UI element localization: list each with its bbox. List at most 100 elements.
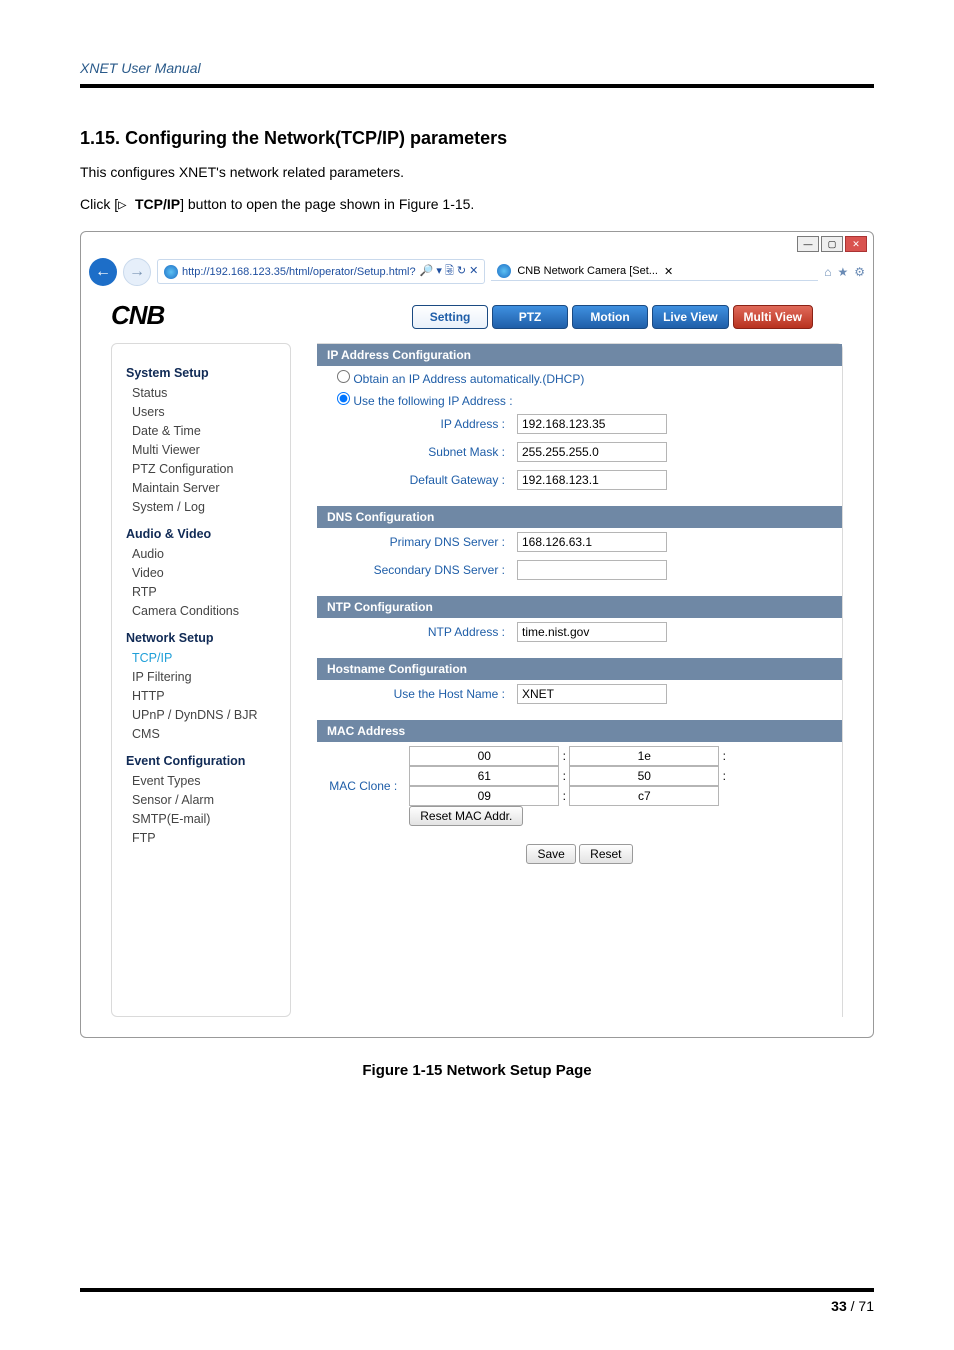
- forward-button[interactable]: →: [123, 258, 151, 286]
- nav-liveview[interactable]: Live View: [652, 305, 728, 329]
- hostname-input[interactable]: [517, 684, 667, 704]
- sidebar-item-video[interactable]: Video: [126, 564, 278, 583]
- tools-icon[interactable]: ⚙: [854, 265, 865, 279]
- dns1-input[interactable]: [517, 532, 667, 552]
- click-instruction: Click [▷ TCP/IP] button to open the page…: [80, 193, 874, 216]
- hostname-label: Use the Host Name :: [327, 687, 517, 701]
- sidebar-item-eventtypes[interactable]: Event Types: [126, 772, 278, 791]
- click-pre: Click [: [80, 196, 118, 212]
- mac-oct-1[interactable]: [569, 746, 719, 766]
- sidebar-item-rtp[interactable]: RTP: [126, 583, 278, 602]
- sidebar: System Setup Status Users Date & Time Mu…: [111, 343, 291, 1017]
- gateway-input[interactable]: [517, 470, 667, 490]
- close-icon[interactable]: ✕: [845, 236, 867, 252]
- mac-oct-4[interactable]: [409, 786, 559, 806]
- tab-title: CNB Network Camera [Set...: [517, 265, 658, 277]
- mask-input[interactable]: [517, 442, 667, 462]
- radio-static-label: Use the following IP Address :: [353, 394, 512, 408]
- mac-oct-2[interactable]: [409, 766, 559, 786]
- tcpip-bold: TCP/IP: [135, 196, 180, 212]
- ntp-input[interactable]: [517, 622, 667, 642]
- minimize-icon[interactable]: —: [797, 236, 819, 252]
- dns1-label: Primary DNS Server :: [327, 535, 517, 549]
- sidebar-item-smtp[interactable]: SMTP(E-mail): [126, 810, 278, 829]
- page-number: 33 / 71: [80, 1298, 874, 1314]
- section-title: 1.15. Configuring the Network(TCP/IP) pa…: [80, 128, 874, 149]
- footer-rule: [80, 1288, 874, 1292]
- sidebar-item-ftp[interactable]: FTP: [126, 829, 278, 848]
- main-content: IP Address Configuration Obtain an IP Ad…: [317, 343, 843, 1017]
- sidebar-item-http[interactable]: HTTP: [126, 687, 278, 706]
- app-logo: CNB: [81, 290, 164, 337]
- reset-button[interactable]: Reset: [579, 844, 632, 864]
- side-group-system: System Setup: [126, 366, 278, 380]
- window-controls: — ▢ ✕: [797, 236, 867, 252]
- sidebar-item-datetime[interactable]: Date & Time: [126, 422, 278, 441]
- mac-inputs: : : : : : Reset MAC Addr.: [409, 746, 832, 826]
- sidebar-item-sensor[interactable]: Sensor / Alarm: [126, 791, 278, 810]
- radio-static[interactable]: Use the following IP Address :: [337, 394, 513, 408]
- home-icon[interactable]: ⌂: [824, 265, 831, 279]
- sidebar-item-camera[interactable]: Camera Conditions: [126, 602, 278, 621]
- section-number: 1.15.: [80, 128, 120, 148]
- triangle-icon: ▷: [118, 197, 135, 213]
- sidebar-item-tcpip[interactable]: TCP/IP: [126, 649, 278, 668]
- side-group-av: Audio & Video: [126, 527, 278, 541]
- click-post: ] button to open the page shown in Figur…: [180, 196, 474, 212]
- ip-config-header: IP Address Configuration: [317, 344, 842, 366]
- side-group-network: Network Setup: [126, 631, 278, 645]
- radio-dhcp[interactable]: Obtain an IP Address automatically.(DHCP…: [337, 372, 584, 386]
- sidebar-item-cms[interactable]: CMS: [126, 725, 278, 744]
- nav-setting[interactable]: Setting: [412, 305, 488, 329]
- dns2-label: Secondary DNS Server :: [327, 563, 517, 577]
- mac-oct-0[interactable]: [409, 746, 559, 766]
- maximize-icon[interactable]: ▢: [821, 236, 843, 252]
- favorites-icon[interactable]: ★: [837, 265, 848, 279]
- section-heading: Configuring the Network(TCP/IP) paramete…: [125, 128, 507, 148]
- page-total: 71: [858, 1298, 874, 1314]
- sidebar-item-upnp[interactable]: UPnP / DynDNS / BJR: [126, 706, 278, 725]
- ip-label: IP Address :: [327, 417, 517, 431]
- save-button[interactable]: Save: [526, 844, 575, 864]
- doc-header: XNET User Manual: [80, 60, 874, 84]
- nav-multiview[interactable]: Multi View: [733, 305, 813, 329]
- address-bar[interactable]: http://192.168.123.35/html/operator/Setu…: [157, 259, 485, 284]
- dns-config-header: DNS Configuration: [317, 506, 842, 528]
- intro-text: This configures XNET's network related p…: [80, 161, 874, 183]
- ntp-label: NTP Address :: [327, 625, 517, 639]
- ip-input[interactable]: [517, 414, 667, 434]
- sidebar-item-maintain[interactable]: Maintain Server: [126, 479, 278, 498]
- reset-mac-button[interactable]: Reset MAC Addr.: [409, 806, 523, 826]
- sidebar-item-users[interactable]: Users: [126, 403, 278, 422]
- sidebar-item-ptzconfig[interactable]: PTZ Configuration: [126, 460, 278, 479]
- mask-label: Subnet Mask :: [327, 445, 517, 459]
- nav-motion[interactable]: Motion: [572, 305, 648, 329]
- mac-oct-5[interactable]: [569, 786, 719, 806]
- sidebar-item-audio[interactable]: Audio: [126, 545, 278, 564]
- url-tools[interactable]: 🔎 ▾ 🗟 ↻ ✕: [420, 262, 479, 281]
- nav-ptz[interactable]: PTZ: [492, 305, 568, 329]
- side-group-event: Event Configuration: [126, 754, 278, 768]
- sidebar-item-systemlog[interactable]: System / Log: [126, 498, 278, 517]
- tab-favicon: [497, 264, 511, 278]
- mac-oct-3[interactable]: [569, 766, 719, 786]
- sidebar-item-multiviewer[interactable]: Multi Viewer: [126, 441, 278, 460]
- gateway-label: Default Gateway :: [327, 473, 517, 487]
- hostname-config-header: Hostname Configuration: [317, 658, 842, 680]
- figure-caption: Figure 1-15 Network Setup Page: [80, 1062, 874, 1079]
- mac-config-header: MAC Address: [317, 720, 842, 742]
- tab-close-icon[interactable]: ✕: [664, 265, 673, 278]
- screenshot-window: — ▢ ✕ ← → http://192.168.123.35/html/ope…: [80, 231, 874, 1038]
- sidebar-item-status[interactable]: Status: [126, 384, 278, 403]
- browser-tab[interactable]: CNB Network Camera [Set... ✕: [491, 262, 818, 281]
- mac-label: MAC Clone :: [327, 779, 409, 793]
- back-button[interactable]: ←: [89, 258, 117, 286]
- ie-icon: [164, 265, 178, 279]
- page-current: 33: [831, 1298, 847, 1314]
- url-text: http://192.168.123.35/html/operator/Setu…: [182, 266, 416, 278]
- sidebar-item-ipfiltering[interactable]: IP Filtering: [126, 668, 278, 687]
- dns2-input[interactable]: [517, 560, 667, 580]
- radio-dhcp-label: Obtain an IP Address automatically.(DHCP…: [353, 372, 584, 386]
- header-rule: [80, 84, 874, 88]
- ntp-config-header: NTP Configuration: [317, 596, 842, 618]
